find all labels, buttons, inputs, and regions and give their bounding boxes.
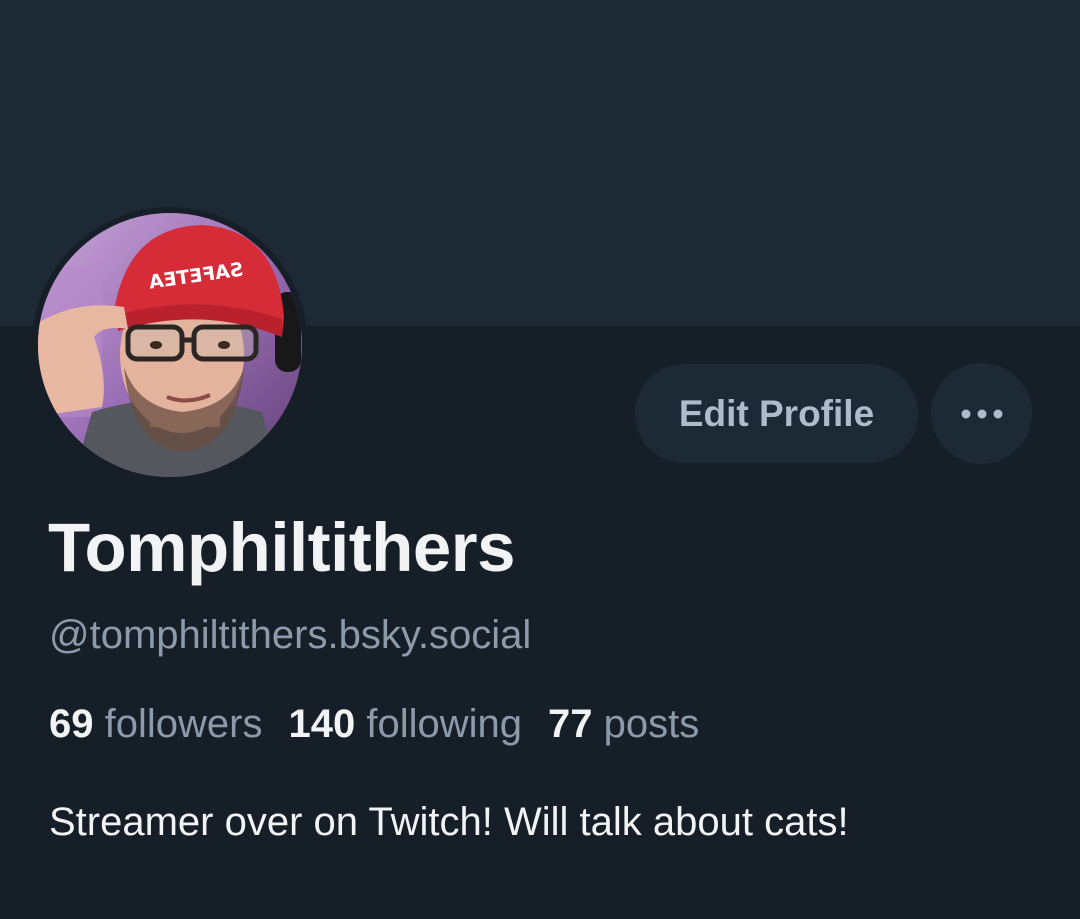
more-options-button[interactable]	[931, 363, 1032, 464]
profile-bio: Streamer over on Twitch! Will talk about…	[49, 800, 849, 844]
posts-label: posts	[603, 702, 700, 746]
posts-stat: 77 posts	[548, 702, 699, 747]
followers-stat[interactable]: 69 followers	[49, 702, 262, 747]
profile-handle: @tomphiltithers.bsky.social	[49, 613, 532, 657]
posts-count: 77	[548, 702, 593, 746]
edit-profile-button[interactable]: Edit Profile	[635, 364, 918, 463]
display-name: Tomphiltithers	[48, 509, 516, 586]
following-count: 140	[288, 702, 356, 746]
profile-stats: 69 followers 140 following 77 posts	[49, 702, 699, 747]
followers-count: 69	[49, 702, 94, 746]
ellipsis-icon	[961, 409, 1002, 418]
following-stat[interactable]: 140 following	[288, 702, 522, 747]
avatar[interactable]: SAFETEA	[32, 207, 308, 483]
avatar-photo: SAFETEA	[34, 209, 306, 481]
followers-label: followers	[104, 702, 263, 746]
following-label: following	[366, 702, 522, 746]
profile-page: SAFETEA Edit Profile Tomphiltithers @tom	[0, 0, 1080, 919]
